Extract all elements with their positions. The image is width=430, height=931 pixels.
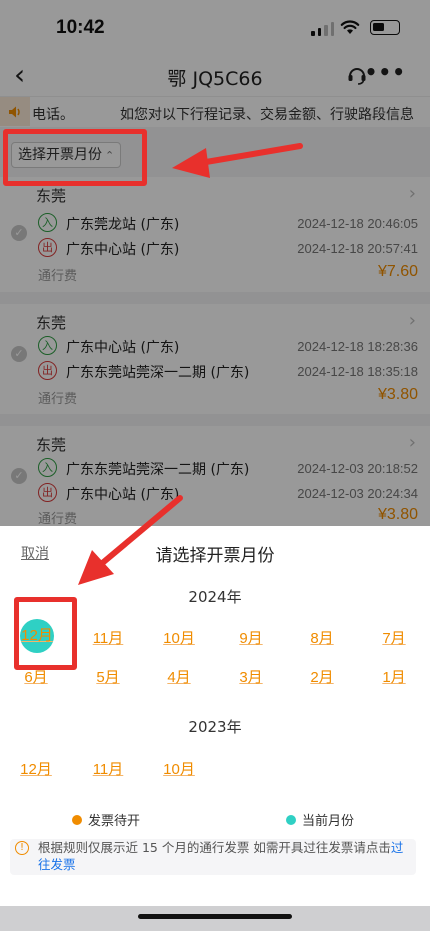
home-indicator[interactable] bbox=[138, 914, 292, 919]
month-2023-10[interactable]: 10月 bbox=[157, 758, 201, 779]
legend-current: 当前月份 bbox=[286, 810, 354, 829]
month-2024-5[interactable]: 5月 bbox=[86, 666, 130, 687]
pending-dot-icon bbox=[72, 814, 82, 825]
month-2023-11[interactable]: 11月 bbox=[86, 758, 130, 779]
month-2024-8[interactable]: 8月 bbox=[300, 627, 344, 648]
sheet-title: 请选择开票月份 bbox=[155, 546, 275, 566]
month-2024-1[interactable]: 1月 bbox=[372, 666, 416, 687]
tip-body: 根据规则仅展示近 15 个月的通行发票 如需开具过往发票请点击 bbox=[38, 840, 391, 855]
month-2024-2[interactable]: 2月 bbox=[300, 666, 344, 687]
current-dot-icon bbox=[286, 814, 296, 825]
legend-pending-label: 发票待开 bbox=[88, 814, 141, 829]
month-2023-12[interactable]: 12月 bbox=[14, 758, 58, 779]
tip-text: 根据规则仅展示近 15 个月的通行发票 如需开具过往发票请点击过往发票 bbox=[38, 839, 414, 873]
month-2024-10[interactable]: 10月 bbox=[157, 627, 201, 648]
month-2024-4[interactable]: 4月 bbox=[157, 666, 201, 687]
month-2024-7[interactable]: 7月 bbox=[372, 627, 416, 648]
year-label: 2023年 bbox=[188, 718, 242, 736]
legend-pending: 发票待开 bbox=[72, 810, 140, 829]
month-picker-sheet: 取消 请选择开票月份 2024年 12月 11月 10月 9月 8月 7月 6月… bbox=[0, 526, 430, 906]
legend-current-label: 当前月份 bbox=[302, 814, 355, 829]
month-2024-3[interactable]: 3月 bbox=[229, 666, 273, 687]
month-2024-11[interactable]: 11月 bbox=[86, 627, 130, 648]
warning-icon: ! bbox=[15, 841, 29, 855]
annotation-box bbox=[3, 129, 147, 186]
annotation-box bbox=[14, 597, 77, 670]
info-tip: ! 根据规则仅展示近 15 个月的通行发票 如需开具过往发票请点击过往发票 bbox=[10, 839, 416, 875]
modal-backdrop[interactable] bbox=[0, 0, 430, 526]
month-2024-9[interactable]: 9月 bbox=[229, 627, 273, 648]
home-indicator-area bbox=[0, 906, 430, 931]
